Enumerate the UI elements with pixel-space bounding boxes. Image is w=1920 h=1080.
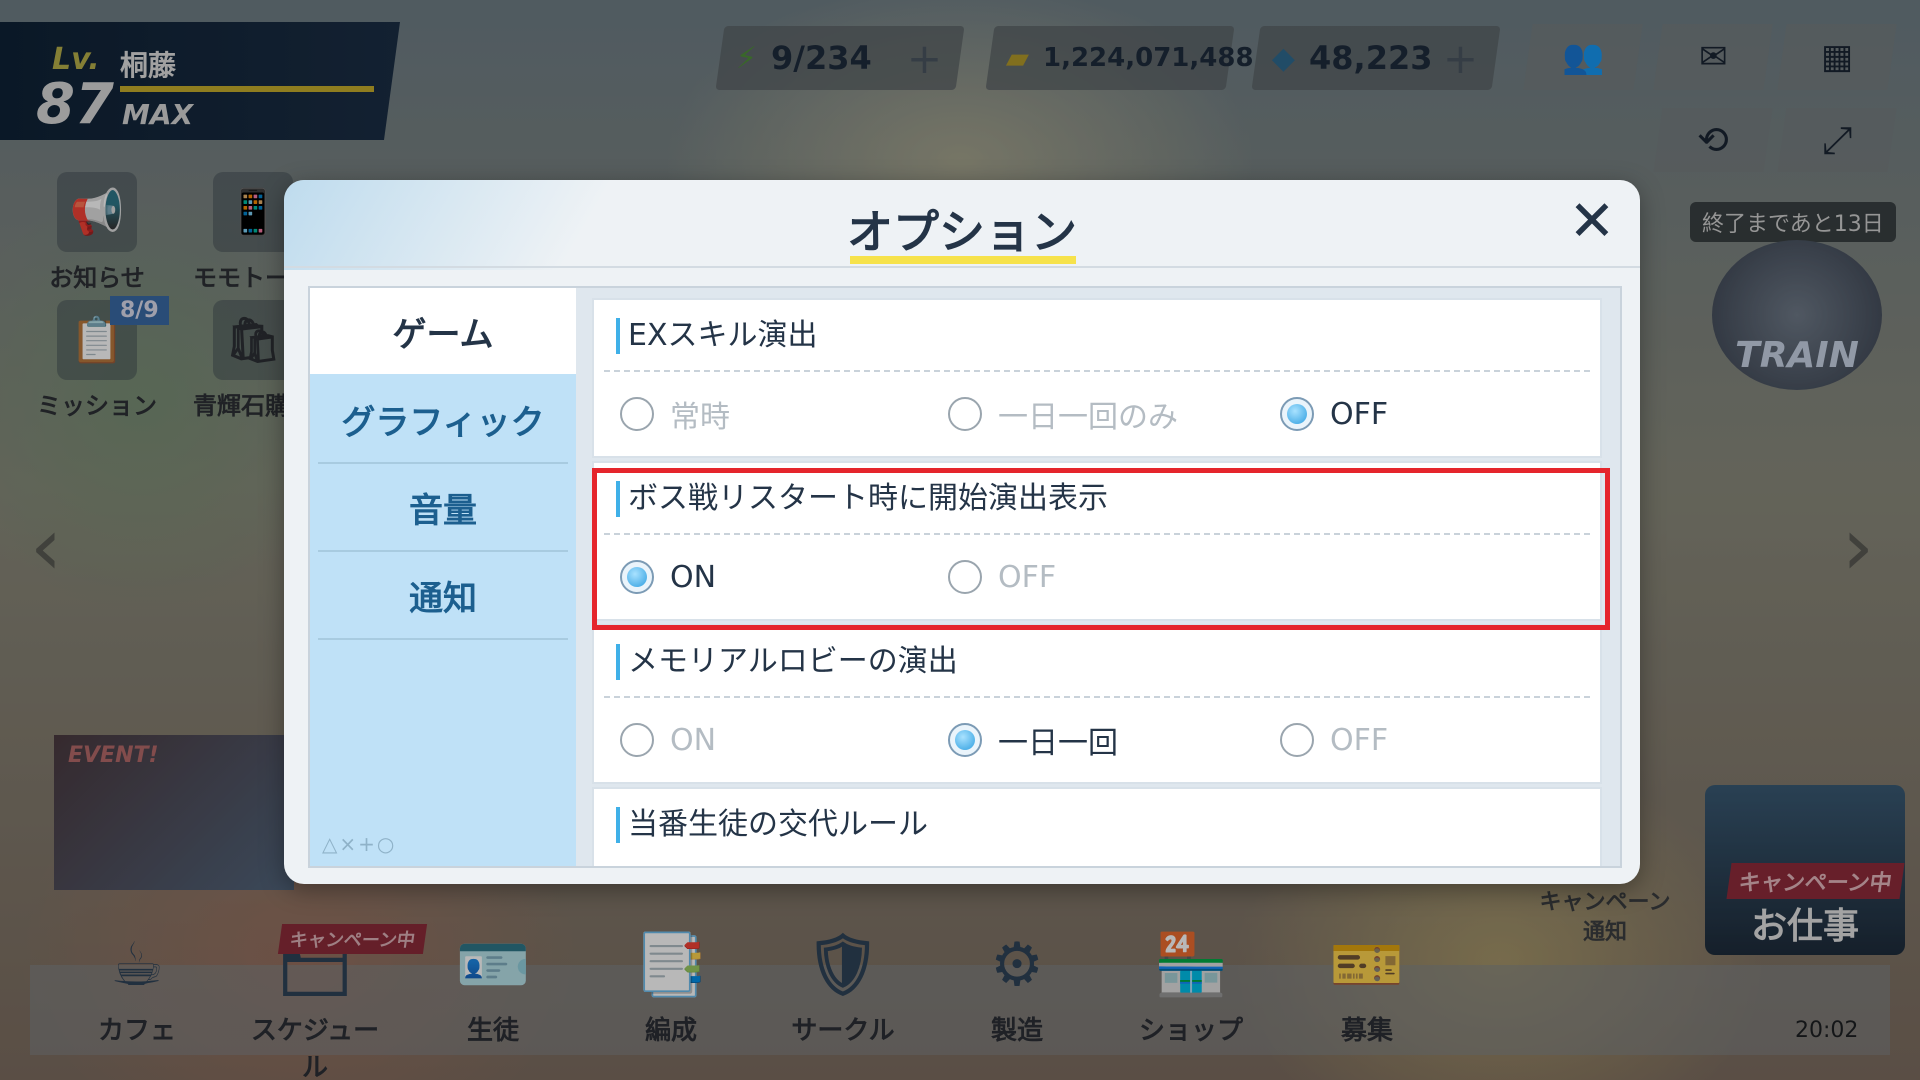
radio-circle	[620, 397, 654, 431]
dialog-title: オプション	[847, 205, 1077, 259]
option-label: OFF	[1330, 396, 1389, 432]
section-duty-student-rule: 当番生徒の交代ルール	[592, 787, 1602, 866]
section-ex-skill: EXスキル演出 常時 一日一回のみ OFF	[592, 298, 1602, 458]
tab-game[interactable]: ゲーム	[310, 288, 576, 374]
radio-ex-skill-once-a-day[interactable]: 一日一回のみ	[948, 392, 1178, 436]
dialog-divider	[284, 266, 1640, 268]
radio-ex-skill-off[interactable]: OFF	[1280, 392, 1388, 436]
option-label: 一日一回のみ	[998, 400, 1178, 435]
radio-circle-selected	[620, 560, 654, 594]
option-label: 常時	[670, 400, 730, 435]
section-boss-restart: ボス戦リスタート時に開始演出表示 ON OFF	[592, 461, 1602, 621]
option-label: OFF	[1330, 722, 1389, 758]
radio-circle	[948, 560, 982, 594]
section-divider	[604, 533, 1590, 535]
radio-circle	[1280, 723, 1314, 757]
option-label: ON	[670, 722, 717, 758]
option-label: OFF	[998, 559, 1057, 595]
close-icon: ✕	[1568, 189, 1616, 254]
tab-notifications[interactable]: 通知	[318, 552, 568, 638]
close-button[interactable]: ✕	[1562, 194, 1622, 254]
tab-decoration: △×+○	[322, 832, 397, 856]
option-label: ON	[670, 559, 717, 595]
radio-ex-skill-always[interactable]: 常時	[620, 392, 730, 436]
radio-memorial-off[interactable]: OFF	[1280, 718, 1388, 762]
section-title: EXスキル演出	[616, 318, 818, 354]
options-dialog: オプション ✕ ゲーム グラフィック 音量 通知 △×+○ EXスキル演出 常時	[284, 180, 1640, 884]
options-tabs: ゲーム グラフィック 音量 通知 △×+○	[310, 288, 576, 866]
section-title: メモリアルロビーの演出	[616, 644, 958, 680]
radio-memorial-on[interactable]: ON	[620, 718, 716, 762]
radio-memorial-once-a-day[interactable]: 一日一回	[948, 718, 1118, 762]
section-title: 当番生徒の交代ルール	[616, 807, 928, 843]
options-content[interactable]: EXスキル演出 常時 一日一回のみ OFF ボス戦リスタート時に開始演出表示 O…	[592, 298, 1602, 866]
section-divider	[604, 370, 1590, 372]
option-label: 一日一回	[998, 726, 1118, 761]
title-underline	[850, 256, 1076, 264]
tab-divider	[318, 638, 568, 640]
tab-volume[interactable]: 音量	[318, 464, 568, 550]
radio-circle	[620, 723, 654, 757]
radio-boss-restart-on[interactable]: ON	[620, 555, 716, 599]
section-title: ボス戦リスタート時に開始演出表示	[616, 481, 1108, 517]
tab-graphics[interactable]: グラフィック	[318, 376, 568, 462]
radio-circle	[948, 397, 982, 431]
dialog-body: ゲーム グラフィック 音量 通知 △×+○ EXスキル演出 常時 一日一回のみ	[308, 286, 1622, 868]
radio-circle-selected	[948, 723, 982, 757]
radio-boss-restart-off[interactable]: OFF	[948, 555, 1056, 599]
radio-circle-selected	[1280, 397, 1314, 431]
section-divider	[604, 696, 1590, 698]
section-memorial-lobby: メモリアルロビーの演出 ON 一日一回 OFF	[592, 624, 1602, 784]
